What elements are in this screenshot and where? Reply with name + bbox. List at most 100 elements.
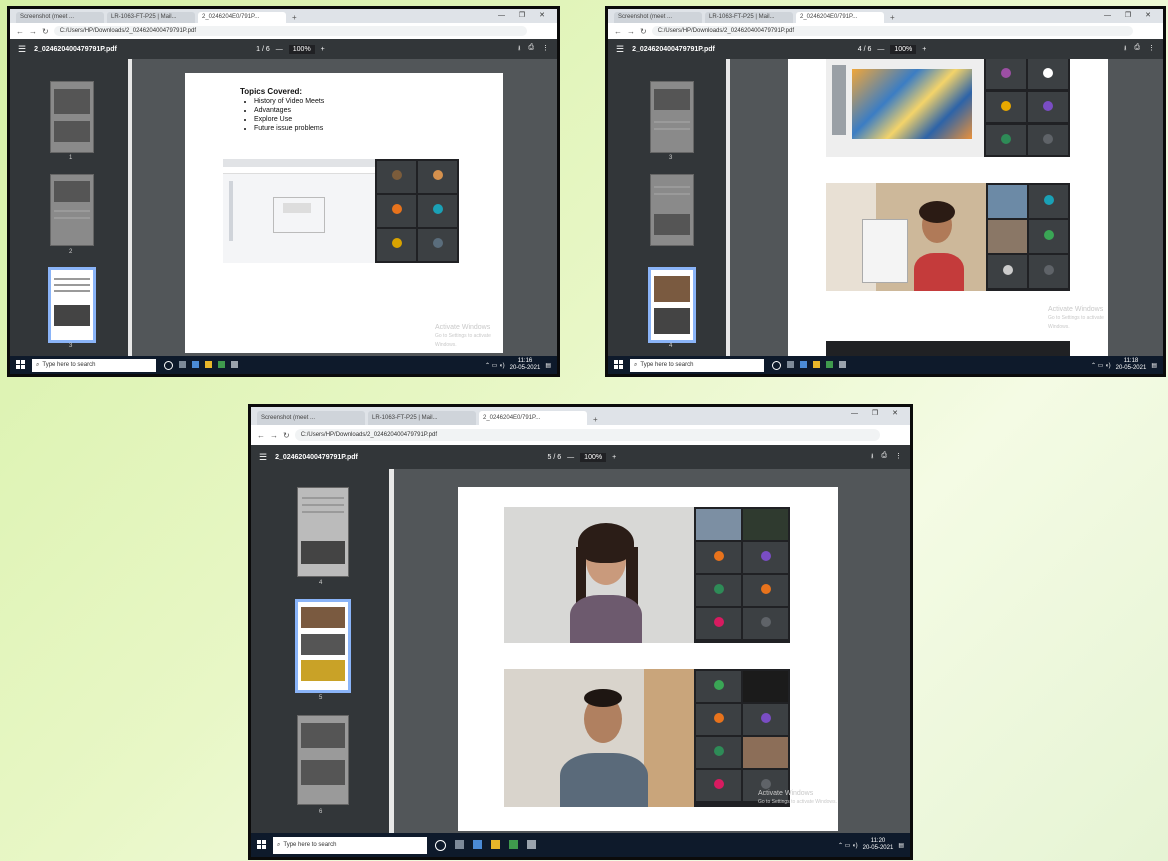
thumbnail-number: 3 (669, 155, 673, 161)
app-icon[interactable] (205, 360, 212, 368)
reload-icon[interactable]: ↻ (283, 431, 290, 440)
tab-3[interactable]: 2_0246204E0/791P... (198, 12, 286, 23)
tab-2[interactable]: LR-1063-FT-P25 | Mail... (107, 12, 195, 23)
zoom-out-button[interactable]: — (877, 46, 884, 53)
tab-2[interactable]: LR-1063-FT-P25 | Mail... (368, 411, 476, 425)
more-icon[interactable]: ⋮ (895, 452, 902, 463)
new-tab-button[interactable]: + (590, 414, 601, 425)
pdf-viewer: 1 2 3 Topics Covered: History of Video M… (10, 59, 557, 356)
zoom-in-button[interactable]: + (922, 46, 926, 53)
app-icon[interactable] (179, 360, 186, 368)
app-icon[interactable] (473, 839, 482, 849)
notification-icon[interactable]: ▤ (1151, 362, 1157, 369)
windows-start-icon[interactable] (16, 360, 26, 370)
app-icon[interactable] (839, 360, 846, 368)
zoom-in-button[interactable]: + (321, 46, 325, 53)
app-icon[interactable] (813, 360, 820, 368)
zoom-out-button[interactable]: — (276, 46, 283, 53)
address-bar[interactable]: C:/Users/HP/Downloads/2_024620400479791P… (53, 26, 527, 36)
app-icon[interactable] (231, 360, 238, 368)
app-icon[interactable] (509, 839, 518, 849)
app-icon[interactable] (491, 839, 500, 849)
tray-icons[interactable]: ⌃ ▭ ◖) (1091, 362, 1111, 369)
forward-icon[interactable]: → (627, 27, 635, 36)
tab-1[interactable]: Screenshot (meet ... (257, 411, 365, 425)
app-icon[interactable] (164, 360, 173, 370)
taskbar-search[interactable]: ⌕ Type here to search (273, 836, 427, 854)
window-controls[interactable]: — ❐ ✕ (498, 11, 551, 19)
thumbnail-scrollbar[interactable] (128, 59, 132, 356)
zoom-level[interactable]: 100% (288, 44, 315, 54)
app-icon[interactable] (218, 360, 225, 368)
page-thumbnail[interactable] (297, 715, 349, 805)
taskbar-search[interactable]: ⌕ Type here to search (32, 358, 156, 372)
download-icon[interactable]: ⭳ (518, 44, 520, 55)
address-bar[interactable]: C:/Users/HP/Downloads/2_024620400479791P… (294, 429, 880, 441)
page-thumbnail[interactable] (50, 174, 94, 246)
new-tab-button[interactable]: + (289, 12, 300, 23)
notification-icon[interactable]: ▤ (898, 842, 904, 849)
menu-icon[interactable]: ☰ (259, 452, 267, 463)
tab-1[interactable]: Screenshot (meet ... (614, 12, 702, 23)
page-indicator[interactable]: 1 / 6 (256, 46, 270, 53)
download-icon[interactable]: ⭳ (1124, 44, 1126, 55)
tab-2[interactable]: LR-1063-FT-P25 | Mail... (705, 12, 793, 23)
app-icon[interactable] (787, 360, 794, 368)
zoom-level[interactable]: 100% (890, 44, 917, 54)
new-tab-button[interactable]: + (887, 12, 898, 23)
page-thumbnail-selected[interactable] (295, 599, 351, 693)
print-icon[interactable]: ⎙ (528, 44, 534, 55)
thumbnail-scrollbar[interactable] (726, 59, 730, 356)
more-icon[interactable]: ⋮ (542, 44, 549, 55)
print-icon[interactable]: ⎙ (881, 452, 887, 463)
tray-icons[interactable]: ⌃ ▭ ◖) (485, 362, 505, 369)
clock[interactable]: 11:16 20-05-2021 (510, 358, 541, 372)
taskbar-search[interactable]: ⌕ Type here to search (630, 358, 764, 372)
page-thumbnail-selected[interactable] (648, 267, 696, 343)
app-icon[interactable] (826, 360, 833, 368)
app-icon[interactable] (527, 839, 536, 849)
windows-start-icon[interactable] (614, 360, 624, 370)
page-thumbnail[interactable] (50, 81, 94, 153)
zoom-in-button[interactable]: + (612, 454, 616, 461)
window-controls[interactable]: — ❐ ✕ (851, 409, 904, 417)
windows-start-icon[interactable] (257, 840, 267, 850)
forward-icon[interactable]: → (29, 27, 37, 36)
page-thumbnail[interactable] (650, 174, 694, 246)
more-icon[interactable]: ⋮ (1148, 44, 1155, 55)
page-indicator[interactable]: 5 / 6 (548, 454, 562, 461)
time-text: 11:20 (870, 838, 886, 844)
notification-icon[interactable]: ▤ (545, 362, 551, 369)
download-icon[interactable]: ⭳ (871, 452, 873, 463)
tab-1[interactable]: Screenshot (meet ... (16, 12, 104, 23)
print-icon[interactable]: ⎙ (1134, 44, 1140, 55)
app-icon[interactable] (435, 839, 446, 851)
page-indicator[interactable]: 4 / 6 (858, 46, 872, 53)
clock[interactable]: 11:18 20-05-2021 (1116, 358, 1147, 372)
tab-3[interactable]: 2_0246204E0/791P... (796, 12, 884, 23)
page-thumbnail-selected[interactable] (48, 267, 96, 343)
clock[interactable]: 11:20 20-05-2021 (863, 838, 894, 852)
forward-icon[interactable]: → (270, 431, 278, 440)
taskbar-apps (164, 360, 238, 370)
menu-icon[interactable]: ☰ (616, 44, 624, 55)
app-icon[interactable] (455, 839, 464, 849)
app-icon[interactable] (772, 360, 781, 370)
app-icon[interactable] (800, 360, 807, 368)
reload-icon[interactable]: ↻ (42, 27, 49, 36)
thumbnail-scrollbar[interactable] (389, 469, 394, 833)
page-thumbnail[interactable] (297, 487, 349, 577)
app-icon[interactable] (192, 360, 199, 368)
back-icon[interactable]: ← (257, 431, 265, 440)
zoom-level[interactable]: 100% (580, 452, 607, 462)
back-icon[interactable]: ← (16, 27, 24, 36)
page-thumbnail[interactable] (650, 81, 694, 153)
back-icon[interactable]: ← (614, 27, 622, 36)
menu-icon[interactable]: ☰ (18, 44, 26, 55)
window-controls[interactable]: — ❐ ✕ (1104, 11, 1157, 19)
address-bar[interactable]: C:/Users/HP/Downloads/2_024620400479791P… (651, 26, 1133, 36)
zoom-out-button[interactable]: — (567, 454, 574, 461)
tab-3[interactable]: 2_0246204E0/791P... (479, 411, 587, 425)
reload-icon[interactable]: ↻ (640, 27, 647, 36)
tray-icons[interactable]: ⌃ ▭ ◖) (838, 842, 858, 849)
